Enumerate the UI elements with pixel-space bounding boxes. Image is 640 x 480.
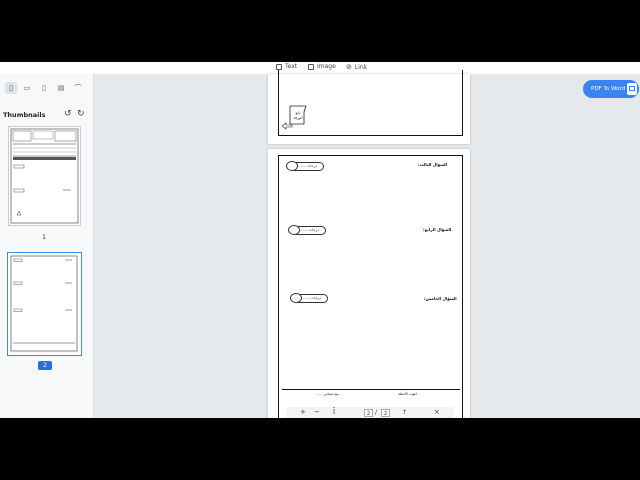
- thumbnails-title: Thumbnails: [3, 111, 46, 119]
- word-document-icon: [627, 83, 637, 95]
- rotate-left-icon[interactable]: ↺: [64, 109, 72, 119]
- footer-wishes-text: مع تمنياتي ......: [316, 392, 339, 396]
- thumbnails-tab-icon[interactable]: ▯: [5, 82, 17, 94]
- current-page-input[interactable]: 2: [364, 409, 373, 417]
- page-thumbnail-1[interactable]: [8, 126, 81, 226]
- page-separator: /: [375, 409, 378, 416]
- total-pages: 2: [381, 409, 390, 417]
- footer-end-text: انتهت الأسئلة: [398, 392, 418, 396]
- previous-page-button[interactable]: ↑: [402, 409, 407, 416]
- question-3-label: السؤال الثالث:: [418, 162, 448, 167]
- rotate-right-icon[interactable]: ↻: [77, 109, 85, 119]
- page-navigation-bar: + − Ī 2 / 2 ↑ ×: [286, 407, 454, 418]
- text-tool-label: Text: [285, 63, 298, 70]
- question-5-label: السؤال الخامس:: [424, 296, 457, 301]
- zoom-out-button[interactable]: −: [314, 408, 320, 416]
- text-tool-button[interactable]: Text: [276, 63, 297, 70]
- pdf-viewer-app: Text Image ⊘ Link ▯ ▭ ▯ ▤ ⌒ Thumbnails ↺…: [0, 62, 640, 418]
- comment-tab-icon[interactable]: ▭: [21, 82, 33, 94]
- page-1-preview: [10, 128, 79, 224]
- document-page-1: تابع الورقة: [268, 70, 470, 144]
- pdf-to-word-label: PDF To Word: [591, 86, 626, 92]
- image-tool-button[interactable]: Image: [308, 63, 336, 70]
- fit-page-button[interactable]: Ī: [333, 408, 335, 416]
- bookmark-tab-icon[interactable]: ▯: [38, 82, 50, 94]
- footer-divider: [282, 389, 460, 390]
- page-turn-stamp-icon: تابع الورقة: [281, 105, 307, 130]
- close-pager-button[interactable]: ×: [434, 408, 440, 416]
- attachment-tab-icon[interactable]: ⌒: [72, 82, 84, 94]
- question-3-grade-circle: [286, 161, 298, 171]
- page-2-border: [278, 155, 463, 418]
- svg-text:الورقة: الورقة: [293, 116, 302, 120]
- image-tool-label: Image: [317, 63, 336, 70]
- thumbnail-2-number: 2: [38, 361, 52, 370]
- layers-tab-icon[interactable]: ▤: [55, 82, 67, 94]
- page-thumbnail-2[interactable]: [7, 252, 82, 356]
- thumbnail-1-number: 1: [42, 234, 46, 241]
- document-page-2: ........ درجات السؤال الثالث: ........ د…: [268, 149, 470, 418]
- question-5-grade-circle: [290, 293, 302, 303]
- page-2-preview: [10, 255, 78, 352]
- svg-text:تابع: تابع: [296, 111, 301, 115]
- sidebar-tabs: ▯ ▭ ▯ ▤ ⌒: [0, 82, 93, 94]
- thumbnails-sidebar: ▯ ▭ ▯ ▤ ⌒ Thumbnails ↺ ↻ 1 2: [0, 74, 94, 418]
- pdf-to-word-button[interactable]: PDF To Word: [583, 80, 639, 98]
- text-icon: [276, 63, 282, 70]
- image-icon: [308, 63, 314, 70]
- question-4-label: السؤال الرابع:: [423, 227, 452, 232]
- zoom-in-button[interactable]: +: [300, 408, 306, 416]
- question-4-grade-circle: [288, 225, 300, 235]
